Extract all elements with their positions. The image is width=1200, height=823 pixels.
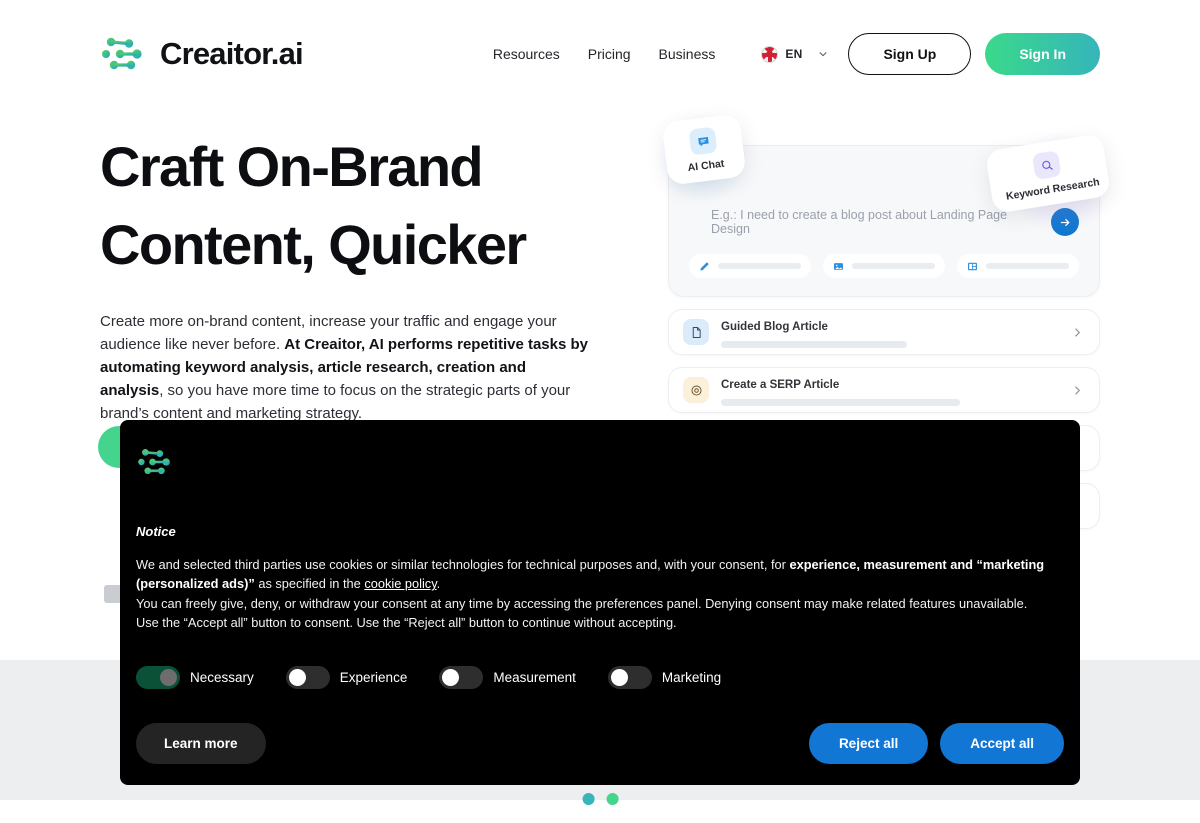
cookie-banner-actions: Learn more Reject all Accept all: [136, 722, 1064, 764]
toggle-knob: [160, 668, 177, 686]
document-icon: [683, 319, 709, 345]
hero-title-line-2: Content, Quicker: [100, 213, 527, 277]
list-item[interactable]: Guided Blog Article: [668, 309, 1100, 355]
pen-icon: [700, 261, 709, 271]
toggle-knob: [610, 668, 628, 686]
chip-skeleton-bar: [852, 263, 935, 269]
prompt-send-button[interactable]: [1051, 208, 1079, 236]
prompt-chips: [689, 254, 1079, 278]
chevron-right-icon: [1075, 327, 1080, 337]
target-icon: [683, 377, 709, 403]
toggle-experience[interactable]: [285, 665, 330, 689]
toggle-group-necessary: Necessary: [136, 665, 254, 689]
floating-card-label: AI Chat: [687, 157, 725, 175]
floating-card-ai-chat[interactable]: AI Chat: [661, 113, 747, 186]
search-icon: [1031, 150, 1062, 180]
chip-skeleton-bar: [718, 263, 801, 269]
image-icon: [834, 262, 843, 270]
page-title: Craft On-Brand Content, Quicker: [100, 128, 620, 285]
creaitor-logo-icon: [102, 37, 142, 70]
chevron-right-icon: [1075, 385, 1080, 395]
floating-card-label: Keyword Research: [1005, 176, 1101, 203]
nav-item-business[interactable]: Business: [659, 46, 716, 62]
toggle-group-marketing: Marketing: [607, 665, 722, 689]
hero-paragraph-part-2: , so you have more time to focus on the …: [100, 381, 571, 422]
list-item[interactable]: Create a SERP Article: [668, 367, 1100, 413]
cookie-preference-toggles: Necessary Experience Measurement Marketi…: [136, 665, 1064, 689]
prompt-chip[interactable]: [957, 254, 1079, 278]
prompt-chip[interactable]: [823, 254, 945, 278]
hero-paragraph: Create more on-brand content, increase y…: [100, 311, 592, 426]
list-skeleton-bar: [721, 398, 960, 406]
reject-all-button[interactable]: Reject all: [808, 722, 929, 764]
brand-name: Creaitor.ai: [160, 36, 304, 71]
brand-logo[interactable]: Creaitor.ai: [100, 34, 304, 74]
cookie-p1-part-2: as specified in the: [254, 576, 365, 592]
list-item-title: Guided Blog Article: [721, 320, 828, 333]
arrow-right-icon: [1060, 218, 1069, 226]
main-navigation: Resources Pricing Business EN: [493, 45, 828, 63]
cookie-banner-text: We and selected third parties use cookie…: [136, 555, 1064, 633]
prompt-input[interactable]: E.g.: I need to create a blog post about…: [689, 208, 1037, 236]
landing-page: • • Creaitor.ai Resources Pricing Busine…: [0, 0, 1200, 822]
toggle-necessary: [136, 665, 180, 689]
language-label: EN: [785, 47, 803, 61]
toggle-group-experience: Experience: [285, 665, 408, 689]
cookie-policy-link[interactable]: cookie policy: [364, 576, 436, 591]
language-selector[interactable]: EN: [761, 45, 827, 63]
site-header: Creaitor.ai Resources Pricing Business E…: [0, 0, 1200, 108]
sign-up-button[interactable]: Sign Up: [848, 33, 972, 75]
toggle-group-measurement: Measurement: [439, 665, 576, 689]
prompt-chip[interactable]: [689, 254, 811, 278]
creaitor-logo-icon: [138, 449, 170, 475]
chip-skeleton-bar: [986, 263, 1069, 269]
prompt-row: E.g.: I need to create a blog post about…: [689, 208, 1079, 236]
list-item-title: Create a SERP Article: [721, 378, 840, 391]
nav-item-pricing[interactable]: Pricing: [588, 46, 631, 62]
sign-in-button[interactable]: Sign In: [985, 33, 1100, 75]
cookie-p1-end: .: [436, 576, 441, 592]
cookie-paragraph-1: We and selected third parties use cookie…: [136, 555, 1064, 594]
toggle-label-experience: Experience: [339, 669, 408, 685]
toggle-measurement[interactable]: [439, 665, 484, 689]
uk-flag-icon: [761, 45, 779, 63]
toggle-knob: [288, 668, 306, 686]
hero-title-line-1: Craft On-Brand: [100, 135, 484, 198]
nav-item-resources[interactable]: Resources: [493, 46, 560, 62]
hero-content: Craft On-Brand Content, Quicker Create m…: [100, 128, 620, 425]
layout-icon: [968, 262, 977, 270]
list-skeleton-bar: [721, 340, 908, 348]
learn-more-button[interactable]: Learn more: [136, 722, 266, 764]
chat-bubble-icon: [688, 126, 718, 156]
toggle-label-marketing: Marketing: [661, 669, 722, 685]
cookie-p1-part-1: We and selected third parties use cookie…: [136, 557, 790, 572]
cookie-paragraph-2: You can freely give, deny, or withdraw y…: [136, 595, 1028, 611]
prompt-card: AI Chat Keyword Research E.g.: I need to…: [657, 112, 1115, 297]
toggle-knob: [442, 668, 460, 686]
cookie-paragraph-3: Use the “Accept all” button to consent. …: [136, 615, 677, 631]
cookie-consent-banner: Notice We and selected third parties use…: [120, 420, 1080, 785]
list-item-text: Guided Blog Article: [721, 317, 1072, 348]
accept-all-button[interactable]: Accept all: [940, 722, 1064, 764]
toggle-label-necessary: Necessary: [190, 669, 254, 685]
chevron-down-icon: [819, 52, 827, 57]
floating-card-keyword-research[interactable]: Keyword Research: [984, 133, 1112, 214]
cookie-notice-heading: Notice: [136, 524, 176, 539]
toggle-marketing[interactable]: [607, 665, 652, 689]
list-item-text: Create a SERP Article: [721, 375, 1072, 406]
toggle-label-measurement: Measurement: [493, 669, 576, 685]
auth-actions: Sign Up Sign In: [848, 33, 1100, 75]
